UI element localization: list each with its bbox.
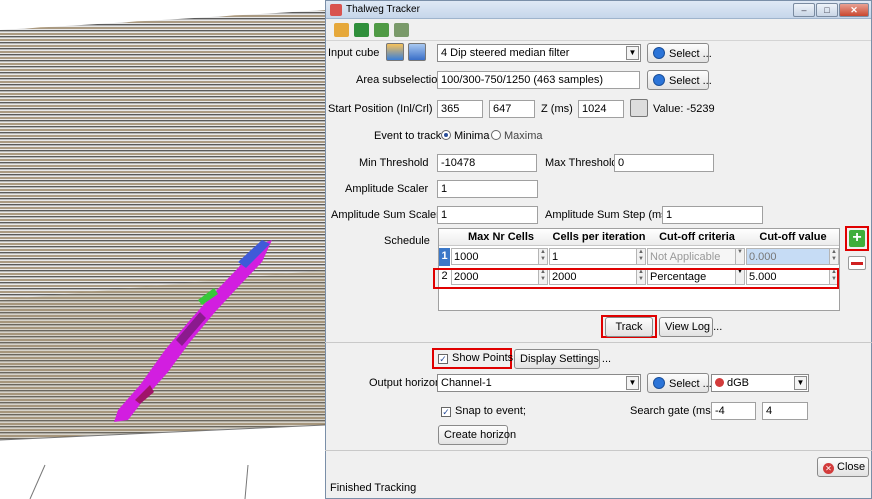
chevron-down-icon: ▼	[794, 376, 807, 390]
output-select-button[interactable]: Select ...	[647, 373, 712, 393]
input-type-icon[interactable]	[386, 43, 404, 61]
cutoff-criteria-cell[interactable]: Not Applicable ▼	[647, 248, 745, 265]
amplitude-sum-step-field[interactable]: 1	[662, 206, 763, 224]
maxima-radio[interactable]: Maxima	[491, 130, 543, 142]
input-cube-label: Input cube	[328, 47, 380, 59]
show-points-checkbox[interactable]: ✓ Show Points	[438, 352, 513, 364]
schedule-header: Max Nr Cells Cells per iteration Cut-off…	[439, 229, 839, 246]
app-icon	[330, 4, 342, 16]
table-row[interactable]: 1 1000 ▲ ▼ 1 ▲ ▼ Not Applicable ▼ 0.000 ▲ ▼	[439, 248, 839, 266]
start-inline-field[interactable]: 365	[437, 100, 483, 118]
survey-select[interactable]: dGB ▼	[711, 374, 809, 392]
title-bar: Thalweg Tracker – □ ✕	[326, 1, 871, 19]
status-text: Finished Tracking	[330, 482, 417, 494]
remove-row-button[interactable]	[848, 256, 866, 270]
output-horizon-select[interactable]: Channel-1 ▼	[437, 374, 641, 392]
minima-radio[interactable]: Minima	[441, 130, 489, 142]
column-header: Cells per iteration	[552, 231, 646, 243]
output-horizon-label: Output horizon	[369, 377, 442, 389]
search-gate-max-field[interactable]: 4	[762, 402, 808, 420]
amplitude-sum-scaler-field[interactable]: 1	[437, 206, 538, 224]
schedule-label: Schedule	[384, 235, 430, 247]
area-subselection-field[interactable]: 100/300-750/1250 (463 samples)	[437, 71, 640, 89]
checkbox-checked-icon: ✓	[438, 354, 448, 364]
settings-arrows-icon[interactable]	[374, 23, 389, 37]
start-position-label: Start Position (Inl/Crl)	[328, 103, 433, 115]
spinner-icon[interactable]: ▲ ▼	[636, 249, 645, 264]
amplitude-scaler-field[interactable]: 1	[437, 180, 538, 198]
close-button[interactable]: ✕ Close	[817, 457, 869, 477]
close-icon: ✕	[823, 463, 834, 474]
search-gate-min-field[interactable]: -4	[711, 402, 756, 420]
select-icon	[653, 377, 665, 389]
column-header: Cut-off value	[759, 231, 827, 243]
select-icon	[653, 47, 665, 59]
chevron-down-icon: ▼	[626, 376, 639, 390]
amplitude-sum-step-label: Amplitude Sum Step (ms)	[545, 209, 671, 221]
column-header: Cut-off criteria	[659, 231, 735, 243]
window-title: Thalweg Tracker	[346, 4, 420, 15]
snap-to-event-checkbox[interactable]: ✓ Snap to event;	[441, 405, 526, 417]
max-cells-cell[interactable]: 1000 ▲ ▼	[451, 248, 548, 265]
view-log-button[interactable]: View Log ...	[659, 317, 722, 337]
close-window-button[interactable]: ✕	[839, 3, 869, 17]
create-horizon-button[interactable]: Create horizon	[438, 425, 516, 445]
checkbox-checked-icon: ✓	[441, 407, 451, 417]
toolbar	[326, 19, 871, 41]
chevron-down-icon: ▼	[735, 249, 744, 264]
row-number[interactable]: 1	[439, 248, 450, 266]
maximize-button[interactable]: □	[816, 3, 838, 17]
value-readout: Value: -5239	[653, 103, 715, 115]
max-threshold-label: Max Threshold	[545, 157, 618, 169]
radio-empty-icon	[491, 130, 501, 140]
track-button[interactable]: Track	[605, 317, 653, 337]
row-highlight-box	[433, 268, 839, 289]
z-label: Z (ms)	[541, 103, 573, 115]
export-icon[interactable]	[394, 23, 409, 37]
cells-per-iteration-cell[interactable]: 1 ▲ ▼	[549, 248, 646, 265]
separator	[325, 450, 872, 451]
chevron-down-icon: ▼	[626, 46, 639, 60]
survey-icon	[715, 378, 724, 387]
pick-position-icon[interactable]	[630, 99, 648, 117]
minimize-button[interactable]: –	[793, 3, 815, 17]
column-header: Max Nr Cells	[467, 231, 535, 243]
minus-icon	[851, 262, 863, 265]
spinner-icon[interactable]: ▲ ▼	[538, 249, 547, 264]
event-to-track-label: Event to track	[374, 130, 442, 142]
search-gate-label: Search gate (ms)	[630, 405, 715, 417]
display-settings-button[interactable]: Display Settings ...	[514, 349, 611, 369]
separator	[325, 342, 872, 343]
amplitude-sum-scaler-label: Amplitude Sum Scaler	[331, 209, 440, 221]
area-select-button[interactable]: Select ...	[647, 70, 712, 90]
select-icon	[653, 74, 665, 86]
min-threshold-field[interactable]: -10478	[437, 154, 537, 172]
z-field[interactable]: 1024	[578, 100, 624, 118]
input-cube-select[interactable]: 4 Dip steered median filter ▼	[437, 44, 641, 62]
add-row-button[interactable]: +	[849, 230, 865, 247]
cutoff-value-cell[interactable]: 0.000 ▲ ▼	[746, 248, 839, 265]
spinner-icon[interactable]: ▲ ▼	[829, 249, 838, 264]
start-crossline-field[interactable]: 647	[489, 100, 535, 118]
input-cube-select-button[interactable]: Select ...	[647, 43, 712, 63]
max-threshold-field[interactable]: 0	[614, 154, 714, 172]
min-threshold-label: Min Threshold	[359, 157, 429, 169]
open-folder-icon[interactable]	[334, 23, 349, 37]
stored-cube-icon[interactable]	[408, 43, 426, 61]
area-subselection-label: Area subselection	[356, 74, 444, 86]
radio-selected-icon	[441, 130, 451, 140]
amplitude-scaler-label: Amplitude Scaler	[345, 183, 429, 195]
save-icon[interactable]	[354, 23, 369, 37]
